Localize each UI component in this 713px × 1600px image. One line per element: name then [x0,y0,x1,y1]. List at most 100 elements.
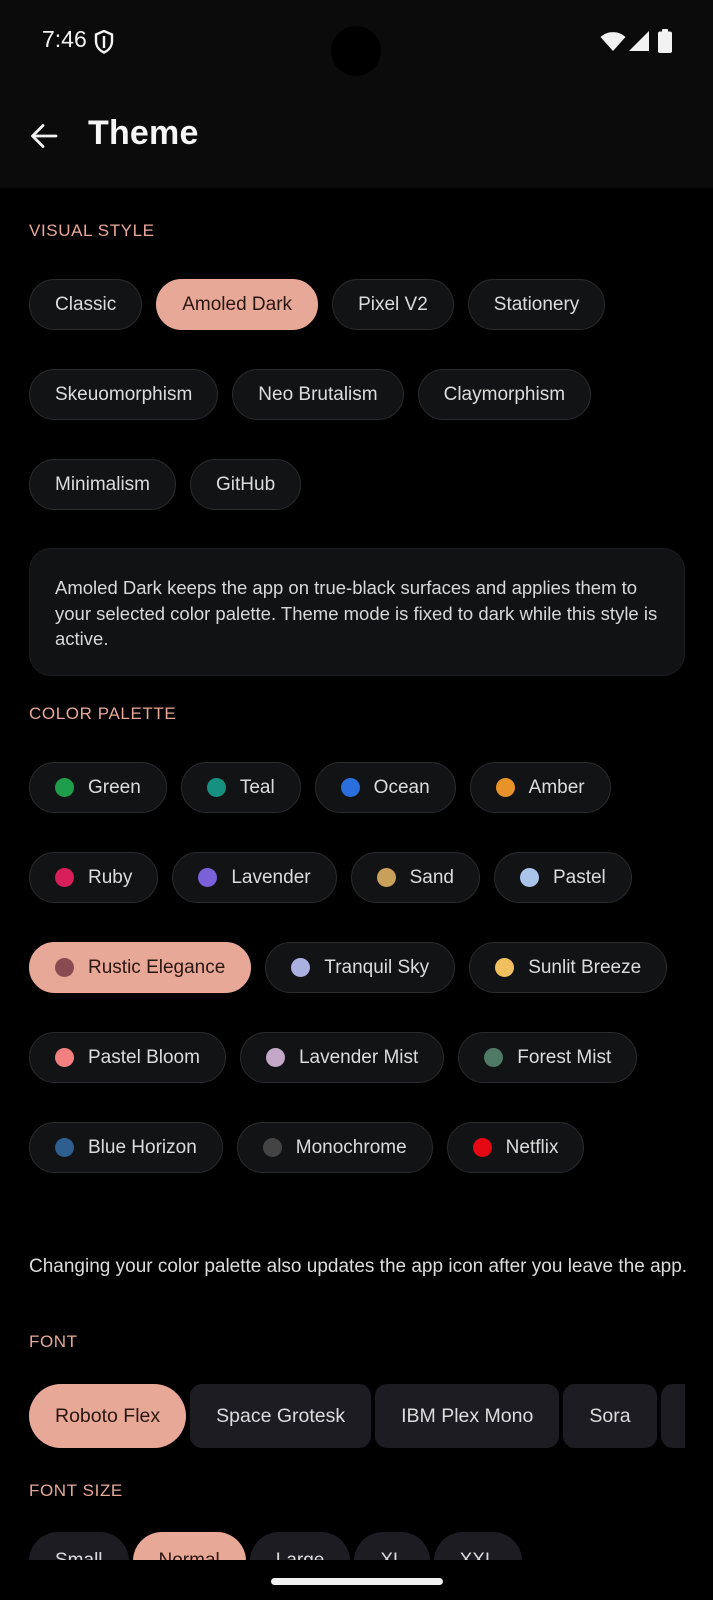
chip-label: Ocean [373,776,430,798]
chip-label: Sora [589,1404,631,1427]
style-chip-github[interactable]: GitHub [190,459,302,510]
color-dot-icon [484,1048,504,1067]
font-chip-more[interactable] [660,1384,685,1448]
status-time: 7:46 [42,26,87,52]
chip-label: Teal [239,776,275,798]
palette-row-4: Pastel Bloom Lavender Mist Forest Mist [29,1032,638,1083]
palette-row-5: Blue Horizon Monochrome Netflix [29,1122,585,1173]
chip-label: Sand [409,866,454,888]
chip-label: Space Grotesk [216,1404,346,1427]
color-dot-icon [55,868,74,887]
color-dot-icon [376,868,396,887]
back-button[interactable] [22,114,66,158]
chip-label: Lavender Mist [298,1046,419,1068]
palette-chip-tranquil-sky[interactable]: Tranquil Sky [265,942,456,993]
palette-chip-green[interactable]: Green [29,762,167,813]
palette-chip-netflix[interactable]: Netflix [446,1122,585,1173]
font-label: FONT [29,1332,78,1351]
color-dot-icon [262,1138,282,1157]
visual-style-row-2: Skeuomorphism Neo Brutalism Claymorphism [29,369,592,420]
chip-label: Neo Brutalism [258,383,378,405]
shield-icon [94,30,114,54]
signal-icon [629,31,649,51]
color-dot-icon [198,868,218,887]
palette-chip-forest-mist[interactable]: Forest Mist [458,1032,638,1083]
chip-label: Blue Horizon [88,1136,197,1158]
home-indicator[interactable] [271,1578,443,1585]
color-dot-icon [55,778,74,797]
color-dot-icon [472,1138,492,1157]
style-chip-amoled-dark[interactable]: Amoled Dark [156,279,319,330]
color-dot-icon [291,958,311,977]
visual-style-row-1: Classic Amoled Dark Pixel V2 Stationery [29,279,606,330]
color-dot-icon [340,778,360,797]
page-title: Theme [88,114,199,152]
palette-chip-lavender-mist[interactable]: Lavender Mist [239,1032,445,1083]
visual-style-row-3: Minimalism GitHub [29,459,302,510]
palette-chip-sand[interactable]: Sand [350,852,480,903]
chip-label: Forest Mist [517,1046,612,1068]
status-bar: 7:46 [0,0,713,84]
font-chip-roboto-flex[interactable]: Roboto Flex [29,1384,187,1448]
color-dot-icon [495,958,515,977]
palette-chip-amber[interactable]: Amber [469,762,611,813]
color-dot-icon [495,778,515,797]
color-dot-icon [55,1048,74,1067]
style-chip-claymorphism[interactable]: Claymorphism [417,369,592,420]
chip-label: Roboto Flex [55,1404,161,1427]
visual-style-label: VISUAL STYLE [29,221,155,240]
palette-chip-pastel[interactable]: Pastel [493,852,632,903]
chip-label: Amoled Dark [182,293,293,315]
chip-label: Lavender [231,866,311,888]
chip-label: Netflix [505,1136,559,1158]
color-dot-icon [55,1138,74,1157]
style-chip-classic[interactable]: Classic [29,279,143,330]
style-chip-pixel-v2[interactable]: Pixel V2 [332,279,454,330]
chip-label: IBM Plex Mono [401,1404,534,1427]
chip-label: Ruby [88,866,133,888]
palette-chip-lavender[interactable]: Lavender [172,852,337,903]
color-dot-icon [265,1048,285,1067]
chip-label: Tranquil Sky [324,956,430,978]
chip-label: Green [88,776,141,798]
chip-label: Stationery [493,293,580,315]
chip-label: Pastel Bloom [88,1046,200,1068]
arrow-back-icon [31,124,58,148]
chip-label: Rustic Elegance [88,956,226,978]
palette-row-1: Green Teal Ocean Amber [29,762,611,813]
camera-cutout [331,26,381,76]
palette-chip-monochrome[interactable]: Monochrome [236,1122,433,1173]
color-dot-icon [55,958,74,977]
palette-chip-blue-horizon[interactable]: Blue Horizon [29,1122,223,1173]
palette-chip-pastel-bloom[interactable]: Pastel Bloom [29,1032,226,1083]
palette-chip-sunlit-breeze[interactable]: Sunlit Breeze [469,942,668,993]
chip-label: Amber [528,776,585,798]
chip-label: Skeuomorphism [55,383,193,405]
style-description-card: Amoled Dark keeps the app on true-black … [29,548,685,676]
chip-label: Classic [55,293,117,315]
chip-label: Monochrome [295,1136,407,1158]
wifi-icon [600,32,626,51]
palette-chip-teal[interactable]: Teal [180,762,301,813]
palette-chip-ocean[interactable]: Ocean [314,762,456,813]
color-dot-icon [206,778,226,797]
chip-label: Claymorphism [443,383,566,405]
style-chip-minimalism[interactable]: Minimalism [29,459,176,510]
style-chip-neo-brutalism[interactable]: Neo Brutalism [232,369,404,420]
chip-label: Sunlit Breeze [528,956,642,978]
font-chip-sora[interactable]: Sora [563,1384,657,1448]
style-chip-stationery[interactable]: Stationery [467,279,606,330]
chip-label: Pastel [552,866,606,888]
font-chip-ibm-plex-mono[interactable]: IBM Plex Mono [375,1384,560,1448]
palette-chip-ruby[interactable]: Ruby [29,852,159,903]
font-selector[interactable]: Roboto Flex Space Grotesk IBM Plex Mono … [29,1384,685,1448]
font-chip-space-grotesk[interactable]: Space Grotesk [190,1384,372,1448]
style-description: Amoled Dark keeps the app on true-black … [55,577,658,649]
palette-chip-rustic-elegance[interactable]: Rustic Elegance [29,942,252,993]
app-bar: Theme [0,84,713,188]
style-chip-skeuomorphism[interactable]: Skeuomorphism [29,369,219,420]
chip-label: Pixel V2 [358,293,428,315]
chip-label: GitHub [216,473,276,495]
color-palette-label: COLOR PALETTE [29,704,177,723]
palette-note: Changing your color palette also updates… [29,1256,688,1277]
